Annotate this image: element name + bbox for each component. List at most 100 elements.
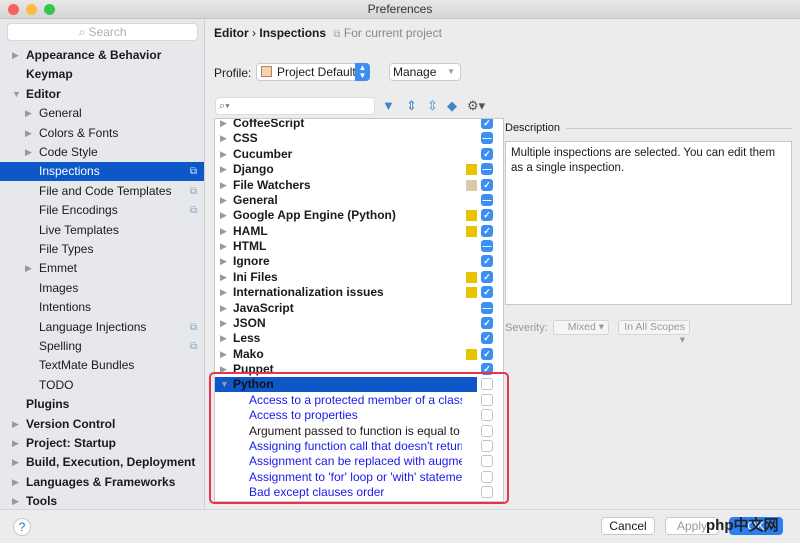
chevron-right-icon[interactable]: ▶ (220, 301, 227, 316)
sidebar-item-emmet[interactable]: ▶ Emmet (0, 259, 204, 278)
sidebar-item-todo[interactable]: TODO (0, 376, 204, 395)
sidebar-item-code-style[interactable]: ▶ Code Style (0, 143, 204, 162)
chevron-right-icon[interactable]: ▶ (220, 193, 227, 208)
chevron-right-icon[interactable]: ▶ (25, 143, 32, 162)
chevron-right-icon[interactable]: ▶ (220, 316, 227, 331)
chevron-right-icon[interactable]: ▶ (25, 259, 32, 278)
enable-checkbox[interactable]: — (481, 132, 493, 145)
chevron-right-icon[interactable]: ▶ (220, 285, 227, 300)
inspection-group[interactable]: ▶ HAML ✓ (215, 224, 503, 239)
expand-all-icon[interactable]: ⇕ (406, 98, 417, 114)
sidebar-item-editor[interactable]: ▼ Editor (0, 85, 204, 104)
inspection-filter-input[interactable]: ⌕▾ (215, 97, 375, 115)
chevron-right-icon[interactable]: ▶ (220, 239, 227, 254)
chevron-right-icon[interactable]: ▶ (12, 434, 19, 453)
inspection-group[interactable]: ▶ Ini Files ✓ (215, 270, 503, 285)
minimize-window-button[interactable] (26, 4, 37, 15)
enable-checkbox[interactable]: — (481, 301, 493, 314)
inspection-group[interactable]: ▶ JSON ✓ (215, 316, 503, 331)
sidebar-item-general[interactable]: ▶ General (0, 104, 204, 123)
profile-select[interactable]: Project Default ▲ ▼ (256, 63, 370, 81)
enable-checkbox[interactable]: ✓ (481, 286, 493, 299)
collapse-all-icon[interactable]: ⇳ (427, 98, 438, 114)
settings-search-input[interactable]: ⌕ Search (7, 23, 198, 41)
enable-checkbox[interactable]: ✓ (481, 119, 493, 129)
chevron-right-icon[interactable]: ▶ (220, 131, 227, 146)
manage-dropdown[interactable]: Manage ▼ (389, 63, 461, 81)
sidebar-item-file-and-code-templates[interactable]: File and Code Templates ⧉ (0, 182, 204, 201)
enable-checkbox[interactable]: ✓ (481, 147, 493, 160)
chevron-right-icon[interactable]: ▶ (220, 208, 227, 223)
chevron-right-icon[interactable]: ▶ (12, 415, 19, 434)
inspection-group[interactable]: ▶ HTML — (215, 239, 503, 254)
chevron-right-icon[interactable]: ▶ (12, 492, 19, 509)
enable-checkbox[interactable]: ✓ (481, 209, 493, 222)
chevron-right-icon[interactable]: ▶ (220, 162, 227, 177)
sidebar-item-languages-frameworks[interactable]: ▶ Languages & Frameworks (0, 473, 204, 492)
enable-checkbox[interactable]: — (481, 193, 493, 206)
enable-checkbox[interactable]: ✓ (481, 270, 493, 283)
sidebar-item-images[interactable]: Images (0, 279, 204, 298)
sidebar-item-textmate-bundles[interactable]: TextMate Bundles (0, 356, 204, 375)
enable-checkbox[interactable]: ✓ (481, 224, 493, 237)
close-window-button[interactable] (8, 4, 19, 15)
sidebar-item-intentions[interactable]: Intentions (0, 298, 204, 317)
inspection-group[interactable]: ▶ Ignore ✓ (215, 254, 503, 269)
chevron-right-icon[interactable]: ▶ (220, 270, 227, 285)
inspection-group[interactable]: ▶ Django — (215, 162, 503, 177)
inspection-group[interactable]: ▶ Cucumber ✓ (215, 147, 503, 162)
enable-checkbox[interactable]: ✓ (481, 316, 493, 329)
inspection-group[interactable]: ▶ CSS — (215, 131, 503, 146)
help-button[interactable]: ? (13, 518, 31, 536)
inspection-group[interactable]: ▶ Google App Engine (Python) ✓ (215, 208, 503, 223)
inspection-group[interactable]: ▶ CoffeeScript ✓ (215, 119, 503, 131)
chevron-right-icon[interactable]: ▶ (12, 46, 19, 65)
sidebar-item-keymap[interactable]: Keymap (0, 65, 204, 84)
enable-checkbox[interactable]: ✓ (481, 347, 493, 360)
sidebar-item-plugins[interactable]: Plugins (0, 395, 204, 414)
enable-checkbox[interactable]: — (481, 240, 493, 252)
enable-checkbox[interactable]: ✓ (481, 255, 493, 268)
zoom-window-button[interactable] (44, 4, 55, 15)
inspection-group[interactable]: ▶ Internationalization issues ✓ (215, 285, 503, 300)
chevron-right-icon[interactable]: ▶ (220, 147, 227, 162)
sidebar-item-version-control[interactable]: ▶ Version Control (0, 415, 204, 434)
breadcrumb-editor[interactable]: Editor (214, 26, 249, 40)
inspection-group[interactable]: ▶ JavaScript — (215, 301, 503, 316)
sidebar-item-project-startup[interactable]: ▶ Project: Startup (0, 434, 204, 453)
enable-checkbox[interactable]: ✓ (481, 332, 493, 345)
chevron-down-icon[interactable]: ▼ (12, 85, 21, 104)
chevron-right-icon[interactable]: ▶ (220, 119, 227, 131)
inspection-group[interactable]: ▶ Mako ✓ (215, 347, 503, 362)
inspection-group[interactable]: ▶ Less ✓ (215, 331, 503, 346)
chevron-right-icon[interactable]: ▶ (220, 178, 227, 193)
chevron-right-icon[interactable]: ▶ (220, 331, 227, 346)
sidebar-item-live-templates[interactable]: Live Templates (0, 221, 204, 240)
sidebar-item-appearance-behavior[interactable]: ▶ Appearance & Behavior (0, 46, 204, 65)
reset-eraser-icon[interactable]: ◆ (447, 98, 457, 114)
sidebar-item-build-execution-deployment[interactable]: ▶ Build, Execution, Deployment (0, 453, 204, 472)
chevron-right-icon[interactable]: ▶ (220, 347, 227, 362)
sidebar-item-colors-fonts[interactable]: ▶ Colors & Fonts (0, 124, 204, 143)
sidebar-item-language-injections[interactable]: Language Injections ⧉ (0, 318, 204, 337)
cancel-button[interactable]: Cancel (601, 517, 655, 535)
enable-checkbox[interactable]: — (481, 163, 493, 176)
enable-checkbox[interactable]: ✓ (481, 178, 493, 191)
sidebar-item-file-encodings[interactable]: File Encodings ⧉ (0, 201, 204, 220)
sidebar-item-file-types[interactable]: File Types (0, 240, 204, 259)
sidebar-item-tools[interactable]: ▶ Tools (0, 492, 204, 509)
scope-dropdown[interactable]: In All Scopes ▾ (618, 320, 690, 346)
filter-icon[interactable]: ▼ (382, 98, 395, 113)
inspection-group[interactable]: ▶ General — (215, 193, 503, 208)
chevron-right-icon[interactable]: ▶ (12, 453, 19, 472)
severity-dropdown[interactable]: Mixed ▾ (553, 320, 609, 335)
inspection-group[interactable]: ▶ File Watchers ✓ (215, 178, 503, 193)
chevron-right-icon[interactable]: ▶ (25, 124, 32, 143)
sidebar-item-spelling[interactable]: Spelling ⧉ (0, 337, 204, 356)
gear-icon[interactable]: ⚙▾ (467, 98, 485, 114)
sidebar-item-inspections[interactable]: Inspections ⧉ (0, 162, 204, 182)
chevron-right-icon[interactable]: ▶ (12, 473, 19, 492)
chevron-right-icon[interactable]: ▶ (220, 254, 227, 269)
chevron-right-icon[interactable]: ▶ (25, 104, 32, 123)
chevron-right-icon[interactable]: ▶ (220, 224, 227, 239)
